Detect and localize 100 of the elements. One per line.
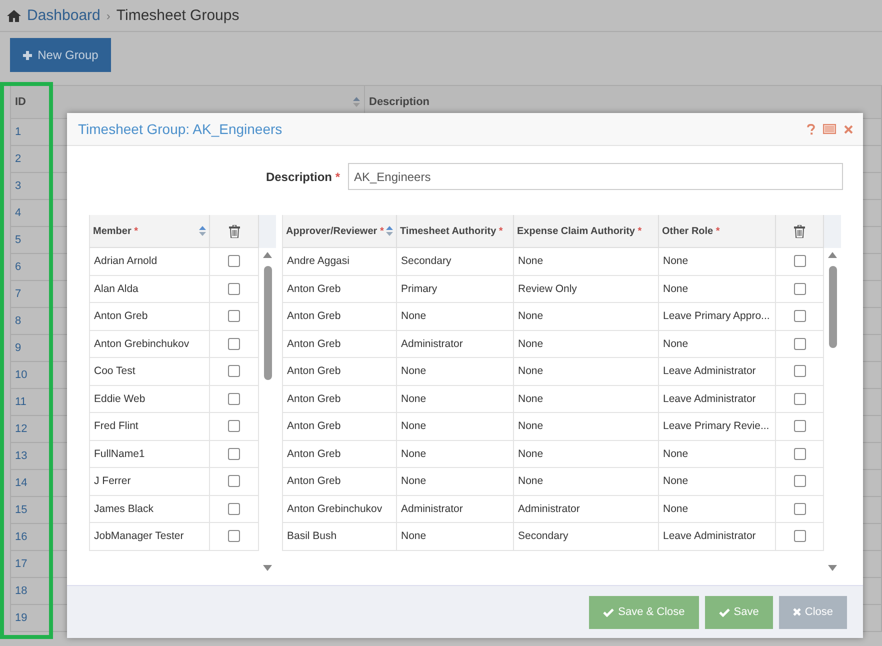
checkbox[interactable] [228,530,240,542]
checkbox[interactable] [228,475,240,488]
checkbox[interactable] [794,365,806,378]
member-cell: Eddie Web [89,386,210,413]
id-cell[interactable]: 17 [10,551,52,578]
table-cell: Anton Greb [282,303,397,330]
table-cell: None [659,276,776,303]
sort-icon[interactable] [199,226,206,236]
sort-icon[interactable] [386,226,393,236]
checkbox[interactable] [228,282,240,295]
breadcrumb-link[interactable]: Dashboard [27,7,100,24]
id-cell[interactable]: 8 [10,308,52,335]
checkbox[interactable] [228,502,240,515]
sort-icon[interactable] [353,97,360,107]
new-group-button[interactable]: New Group [10,38,111,72]
table-cell: Leave Primary Appro... [659,303,776,330]
id-cell[interactable]: 5 [10,227,52,254]
table-cell: None [397,468,514,496]
checkbox[interactable] [794,475,806,488]
trash-icon[interactable] [794,224,805,238]
save-button[interactable]: Save [704,596,773,628]
table-cell: Andre Aggasi [282,248,397,276]
checkbox[interactable] [794,310,806,322]
trash-icon[interactable] [228,224,240,238]
id-cell[interactable]: 19 [10,605,52,632]
table-cell: None [514,248,659,276]
id-cell[interactable]: 10 [10,362,52,389]
check-icon [603,608,614,616]
table-cell: Anton Greb [282,276,397,303]
table-cell: Leave Administrator [659,523,776,550]
table-cell: None [659,248,776,276]
scroll-down-icon[interactable] [828,565,837,571]
checkbox[interactable] [794,502,806,515]
id-cell[interactable]: 1 [10,119,52,146]
id-cell[interactable]: 7 [10,281,52,308]
table-cell: Anton Greb [282,468,397,496]
breadcrumb-current: Timesheet Groups [116,7,240,24]
column-header[interactable]: Member * [89,215,210,248]
scroll-up-icon[interactable] [263,252,272,258]
checkbox[interactable] [228,420,240,432]
checkbox[interactable] [794,338,806,350]
table-cell: Secondary [397,248,514,276]
member-cell: Alan Alda [89,276,210,303]
keyboard-icon[interactable] [823,124,836,134]
id-cell[interactable]: 15 [10,497,52,524]
close-button[interactable]: Close [778,596,847,628]
close-icon[interactable] [844,124,853,134]
column-header[interactable]: Other Role * [659,215,776,248]
scrollbar-thumb[interactable] [264,266,272,380]
table-cell: Anton Grebinchukov [282,496,397,523]
table-cell: None [514,440,659,468]
scroll-down-icon[interactable] [263,565,272,571]
checkbox[interactable] [794,282,806,295]
table-cell: None [397,358,514,386]
table-cell: Administrator [514,496,659,523]
save-button[interactable]: Save & Close [589,596,699,628]
id-cell[interactable]: 13 [10,443,52,470]
checkbox[interactable] [228,310,240,322]
column-header[interactable]: Timesheet Authority * [397,215,514,248]
member-cell: Anton Greb [89,303,210,330]
checkbox[interactable] [794,448,806,460]
check-icon [718,608,730,616]
checkbox[interactable] [794,530,806,542]
id-cell[interactable]: 6 [10,254,52,281]
checkbox[interactable] [794,392,806,405]
member-cell: Coo Test [89,358,210,386]
id-cell[interactable]: 16 [10,524,52,551]
dialog-title: Timesheet Group: AK_Engineers [78,121,284,137]
checkbox[interactable] [228,255,240,268]
column-header[interactable]: Approver/Reviewer * [282,215,397,248]
member-cell: Anton Grebinchukov [89,330,210,358]
table-cell: Administrator [397,496,514,523]
member-cell: Adrian Arnold [89,248,210,276]
checkbox[interactable] [228,338,240,350]
id-cell[interactable]: 14 [10,470,52,497]
table-cell: Leave Administrator [659,358,776,386]
help-icon[interactable] [807,124,815,134]
description-field[interactable]: AK_Engineers [348,163,843,190]
id-cell[interactable]: 4 [10,200,52,227]
id-cell[interactable]: 3 [10,173,52,200]
id-cell[interactable]: 9 [10,335,52,362]
scrollbar-thumb[interactable] [828,266,836,348]
home-icon[interactable] [7,10,21,22]
checkbox[interactable] [228,365,240,378]
checkbox[interactable] [794,420,806,432]
table-cell: Secondary [514,523,659,550]
checkbox[interactable] [794,255,806,268]
id-cell[interactable]: 2 [10,146,52,173]
table-cell: Anton Greb [282,330,397,358]
id-cell[interactable]: 11 [10,389,52,416]
table-cell: Basil Bush [282,523,397,550]
table-cell: Anton Greb [282,358,397,386]
column-header[interactable]: Expense Claim Authority * [514,215,659,248]
column-header[interactable]: ID [10,85,52,119]
scroll-up-icon[interactable] [828,252,837,258]
id-cell[interactable]: 12 [10,416,52,443]
id-cell[interactable]: 18 [10,578,52,605]
checkbox[interactable] [228,392,240,405]
table-cell: Primary [397,276,514,303]
checkbox[interactable] [228,448,240,460]
